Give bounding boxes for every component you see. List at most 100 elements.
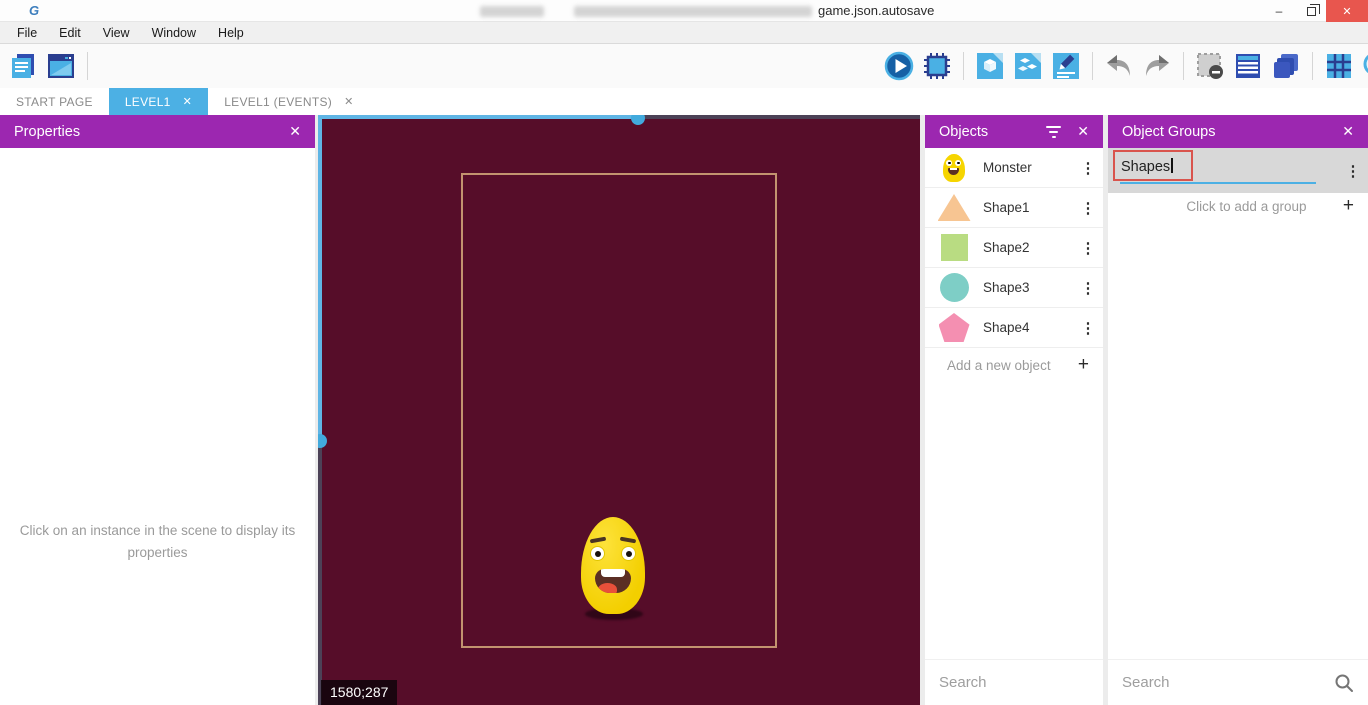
menu-file[interactable]: File	[6, 26, 48, 40]
monster-mouth	[595, 569, 631, 593]
project-manager-icon[interactable]	[8, 51, 38, 81]
scene-editor-canvas[interactable]: 1580;287	[318, 115, 920, 705]
add-group-button[interactable]: Click to add a group +	[1108, 193, 1368, 219]
window-title: game.json.autosave	[818, 3, 934, 18]
close-panel-icon[interactable]: ✕	[1342, 123, 1354, 140]
zoom-1-1-icon[interactable]: 1:1	[1362, 51, 1368, 81]
close-tab-icon[interactable]: ✕	[344, 95, 354, 108]
close-button[interactable]: ✕	[1326, 0, 1368, 22]
scrollbar-handle[interactable]	[318, 434, 327, 448]
objects-search-row	[925, 659, 1103, 705]
group-menu-icon[interactable]: ⋮	[1338, 162, 1368, 180]
gdevelop-window: G game.json.autosave – ✕ File Edit View …	[0, 0, 1368, 705]
object-name: Shape2	[983, 240, 1073, 255]
object-row-shape1[interactable]: Shape1 ⋮	[925, 188, 1103, 228]
object-groups-panel-header: Object Groups ✕	[1108, 115, 1368, 148]
tab-label: LEVEL1	[125, 95, 171, 109]
object-menu-icon[interactable]: ⋮	[1073, 319, 1103, 337]
square-icon	[941, 234, 968, 261]
object-name: Shape1	[983, 200, 1073, 215]
vertical-scrollbar[interactable]	[318, 441, 322, 705]
restore-icon	[1307, 7, 1316, 16]
object-row-shape3[interactable]: Shape3 ⋮	[925, 268, 1103, 308]
menu-help[interactable]: Help	[207, 26, 255, 40]
close-panel-icon[interactable]: ✕	[289, 123, 301, 140]
properties-empty-message: Click on an instance in the scene to dis…	[10, 520, 305, 565]
redo-icon[interactable]	[1142, 51, 1172, 81]
editor-tab-bar: START PAGE LEVEL1 ✕ LEVEL1 (EVENTS) ✕	[0, 88, 1368, 115]
horizontal-scrollbar[interactable]	[640, 115, 920, 119]
group-edit-row: Shapes ⋮	[1108, 148, 1368, 193]
grid-icon[interactable]	[1324, 51, 1354, 81]
minimize-button[interactable]: –	[1262, 0, 1296, 22]
monster-eyebrow	[590, 537, 606, 544]
properties-panel: Properties ✕ Click on an instance in the…	[0, 115, 315, 705]
play-icon[interactable]	[884, 51, 914, 81]
monster-eyebrow	[620, 537, 636, 544]
group-name-input[interactable]: Shapes	[1108, 148, 1338, 193]
restore-button[interactable]	[1294, 0, 1328, 22]
plus-icon: +	[1343, 195, 1354, 217]
start-page-icon[interactable]	[46, 51, 76, 81]
title-bar: G game.json.autosave – ✕	[0, 0, 1368, 22]
object-menu-icon[interactable]: ⋮	[1073, 279, 1103, 297]
objects-list: Monster ⋮ Shape1 ⋮ Shape2 ⋮ Shape3 ⋮ Sha…	[925, 148, 1103, 382]
groups-search-row	[1108, 659, 1368, 705]
object-row-monster[interactable]: Monster ⋮	[925, 148, 1103, 188]
undo-icon[interactable]	[1104, 51, 1134, 81]
object-name: Monster	[983, 160, 1073, 175]
properties-panel-header: Properties ✕	[0, 115, 315, 148]
instances-list-icon[interactable]	[1233, 51, 1263, 81]
groups-search-input[interactable]	[1122, 674, 1334, 691]
panel-title: Objects	[939, 124, 1046, 140]
object-menu-icon[interactable]: ⋮	[1073, 159, 1103, 177]
object-groups-editor-icon[interactable]	[1013, 51, 1043, 81]
toolbar: 1:1	[0, 44, 1368, 88]
redacted-title-text	[574, 6, 812, 17]
mask-icon[interactable]	[1195, 51, 1225, 81]
input-focus-underline	[1120, 182, 1316, 184]
search-icon[interactable]	[1334, 673, 1354, 693]
monster-body	[581, 517, 645, 614]
triangle-icon	[938, 194, 971, 221]
scene-properties-icon[interactable]	[1051, 51, 1081, 81]
close-panel-icon[interactable]: ✕	[1077, 123, 1089, 140]
add-group-label: Click to add a group	[1122, 199, 1343, 214]
monster-instance[interactable]	[580, 512, 646, 620]
tab-level1[interactable]: LEVEL1 ✕	[109, 88, 208, 115]
object-row-shape4[interactable]: Shape4 ⋮	[925, 308, 1103, 348]
tab-start-page[interactable]: START PAGE	[0, 88, 109, 115]
debugger-icon[interactable]	[922, 51, 952, 81]
object-name: Shape3	[983, 280, 1073, 295]
object-name: Shape4	[983, 320, 1073, 335]
tab-level1-events[interactable]: LEVEL1 (EVENTS) ✕	[208, 88, 369, 115]
object-menu-icon[interactable]: ⋮	[1073, 199, 1103, 217]
cursor-coordinates: 1580;287	[321, 680, 397, 705]
tab-label: LEVEL1 (EVENTS)	[224, 95, 332, 109]
objects-editor-icon[interactable]	[975, 51, 1005, 81]
tab-label: START PAGE	[16, 95, 93, 109]
monster-eye	[590, 546, 605, 561]
object-menu-icon[interactable]: ⋮	[1073, 239, 1103, 257]
monster-icon	[943, 154, 965, 182]
objects-panel-header: Objects ✕	[925, 115, 1103, 148]
pentagon-icon	[939, 313, 970, 342]
panel-title: Object Groups	[1122, 124, 1342, 140]
menu-window[interactable]: Window	[141, 26, 207, 40]
add-object-button[interactable]: Add a new object +	[925, 348, 1103, 382]
layers-icon[interactable]	[1271, 51, 1301, 81]
horizontal-scrollbar[interactable]	[318, 115, 640, 119]
redacted-title-text	[480, 6, 544, 17]
close-tab-icon[interactable]: ✕	[183, 95, 193, 108]
vertical-scrollbar[interactable]	[318, 115, 322, 441]
object-row-shape2[interactable]: Shape2 ⋮	[925, 228, 1103, 268]
menu-edit[interactable]: Edit	[48, 26, 92, 40]
menu-bar: File Edit View Window Help	[0, 22, 1368, 44]
plus-icon: +	[1078, 354, 1089, 376]
scrollbar-handle[interactable]	[631, 115, 645, 125]
circle-icon	[940, 273, 969, 302]
objects-panel: Objects ✕ Monster ⋮ Shape1 ⋮ Shape2 ⋮	[925, 115, 1103, 705]
filter-icon[interactable]	[1046, 126, 1061, 138]
monster-eye	[621, 546, 636, 561]
menu-view[interactable]: View	[92, 26, 141, 40]
